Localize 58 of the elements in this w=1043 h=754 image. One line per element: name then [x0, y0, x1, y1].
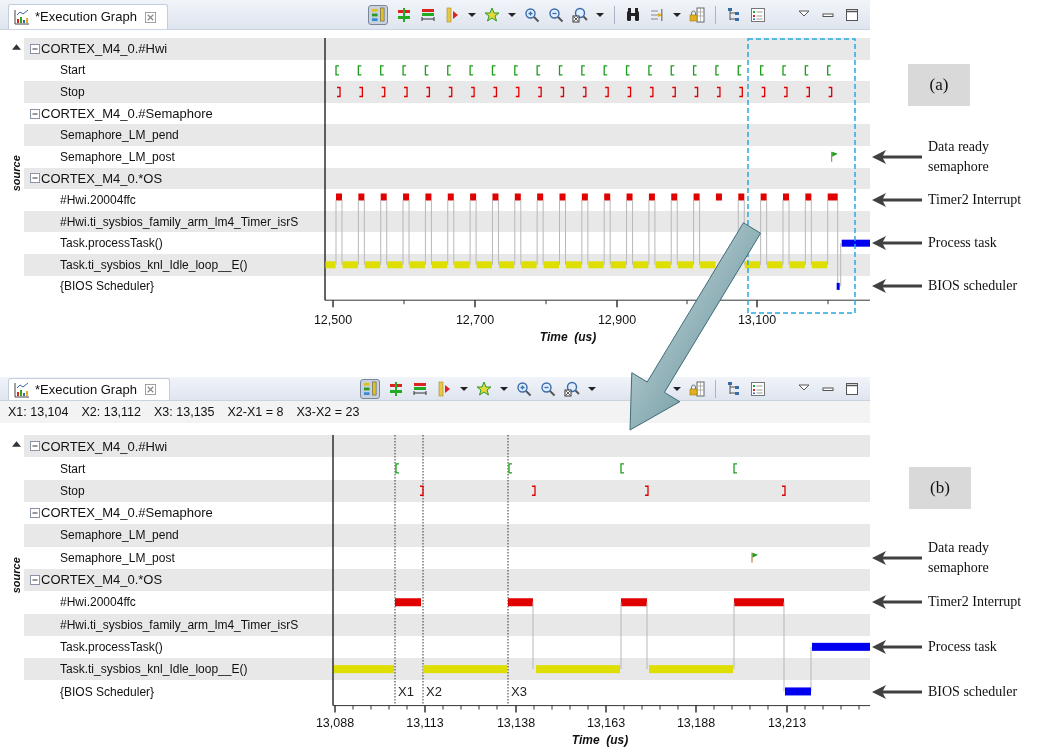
- group-label: CORTEX_M4_0.#Hwi: [41, 40, 168, 59]
- callout-text: Process task: [928, 637, 998, 656]
- group-label: CORTEX_M4_0.#Semaphore: [41, 504, 213, 523]
- group-label: CORTEX_M4_0.*OS: [41, 169, 163, 188]
- cursor-readout: X1: 13,104: [8, 403, 69, 421]
- axis-tick-label: 13,188: [676, 715, 716, 730]
- trace-label: Semaphore_LM_post: [59, 148, 175, 166]
- axis-tick-label: 13,088: [315, 715, 355, 730]
- cursor-readout: X3-X2 = 23: [296, 403, 360, 421]
- callout-text: BIOS scheduler: [928, 682, 1019, 701]
- trace-label: Semaphore_LM_post: [59, 549, 175, 567]
- cursor-label: X1: [398, 684, 414, 700]
- group-label: CORTEX_M4_0.#Hwi: [41, 437, 168, 456]
- figure-label: (b): [909, 467, 971, 510]
- callout-text: Process task: [928, 234, 998, 253]
- axis-label: source: [8, 155, 23, 192]
- cursor-label: X2: [426, 684, 442, 700]
- cursor-readout: X2: 13,112: [81, 403, 141, 421]
- callout-text: BIOS scheduler: [928, 277, 1019, 296]
- callout-text: Timer2 Interrupt: [928, 191, 1023, 209]
- trace-label: Task.ti_sysbios_knl_Idle_loop__E(): [59, 256, 248, 274]
- cursor-readout: X3: 13,135: [154, 403, 215, 421]
- axis-tick-label: 13,138: [496, 715, 536, 730]
- trace-label: Start: [59, 460, 86, 478]
- callout-text: Data ready semaphore: [928, 137, 991, 176]
- cursor-label: X3: [511, 684, 527, 700]
- trace-label: Start: [59, 62, 86, 80]
- trace-label: #Hwi.ti_sysbios_family_arm_lm4_Timer_isrS: [59, 213, 299, 231]
- trace-label: Stop: [59, 84, 85, 101]
- callout-text: Timer2 Interrupt: [928, 593, 1023, 612]
- graph-tab[interactable]: *Execution Graph: [8, 4, 168, 29]
- trace-label: #Hwi.20004ffc: [59, 594, 136, 612]
- axis-title: Time (us): [539, 330, 597, 345]
- axis-title: Time (us): [571, 732, 629, 747]
- axis-tick-label: 12,500: [313, 313, 353, 328]
- trace-label: Semaphore_LM_pend: [59, 527, 179, 545]
- axis-tick-label: 13,163: [586, 715, 626, 730]
- trace-label: Stop: [59, 482, 85, 500]
- trace-label: #Hwi.ti_sysbios_family_arm_lm4_Timer_isrS: [59, 616, 299, 634]
- trace-label: Task.ti_sysbios_knl_Idle_loop__E(): [59, 661, 248, 679]
- axis-tick-label: 13,113: [406, 715, 444, 730]
- trace-label: {BIOS Scheduler}: [59, 278, 155, 296]
- axis-tick-label: 12,900: [597, 313, 637, 328]
- trace-label: Semaphore_LM_pend: [59, 127, 179, 145]
- trace-label: Task.processTask(): [59, 235, 163, 253]
- group-label: CORTEX_M4_0.#Semaphore: [41, 104, 213, 123]
- trace-label: #Hwi.20004ffc: [59, 191, 136, 209]
- graph-tab[interactable]: *Execution Graph: [8, 378, 170, 401]
- trace-label: {BIOS Scheduler}: [59, 683, 155, 701]
- group-label: CORTEX_M4_0.*OS: [41, 571, 163, 590]
- axis-tick-label: 13,213: [767, 715, 807, 730]
- axis-tick-label: 12,700: [455, 313, 495, 328]
- trace-label: Task.processTask(): [59, 638, 163, 656]
- axis-label: source: [8, 556, 23, 593]
- callout-text: Data ready semaphore: [928, 538, 991, 577]
- axis-tick-label: 13,100: [737, 313, 777, 328]
- cursor-readout: X2-X1 = 8: [227, 403, 284, 421]
- figure-label: (a): [908, 64, 970, 106]
